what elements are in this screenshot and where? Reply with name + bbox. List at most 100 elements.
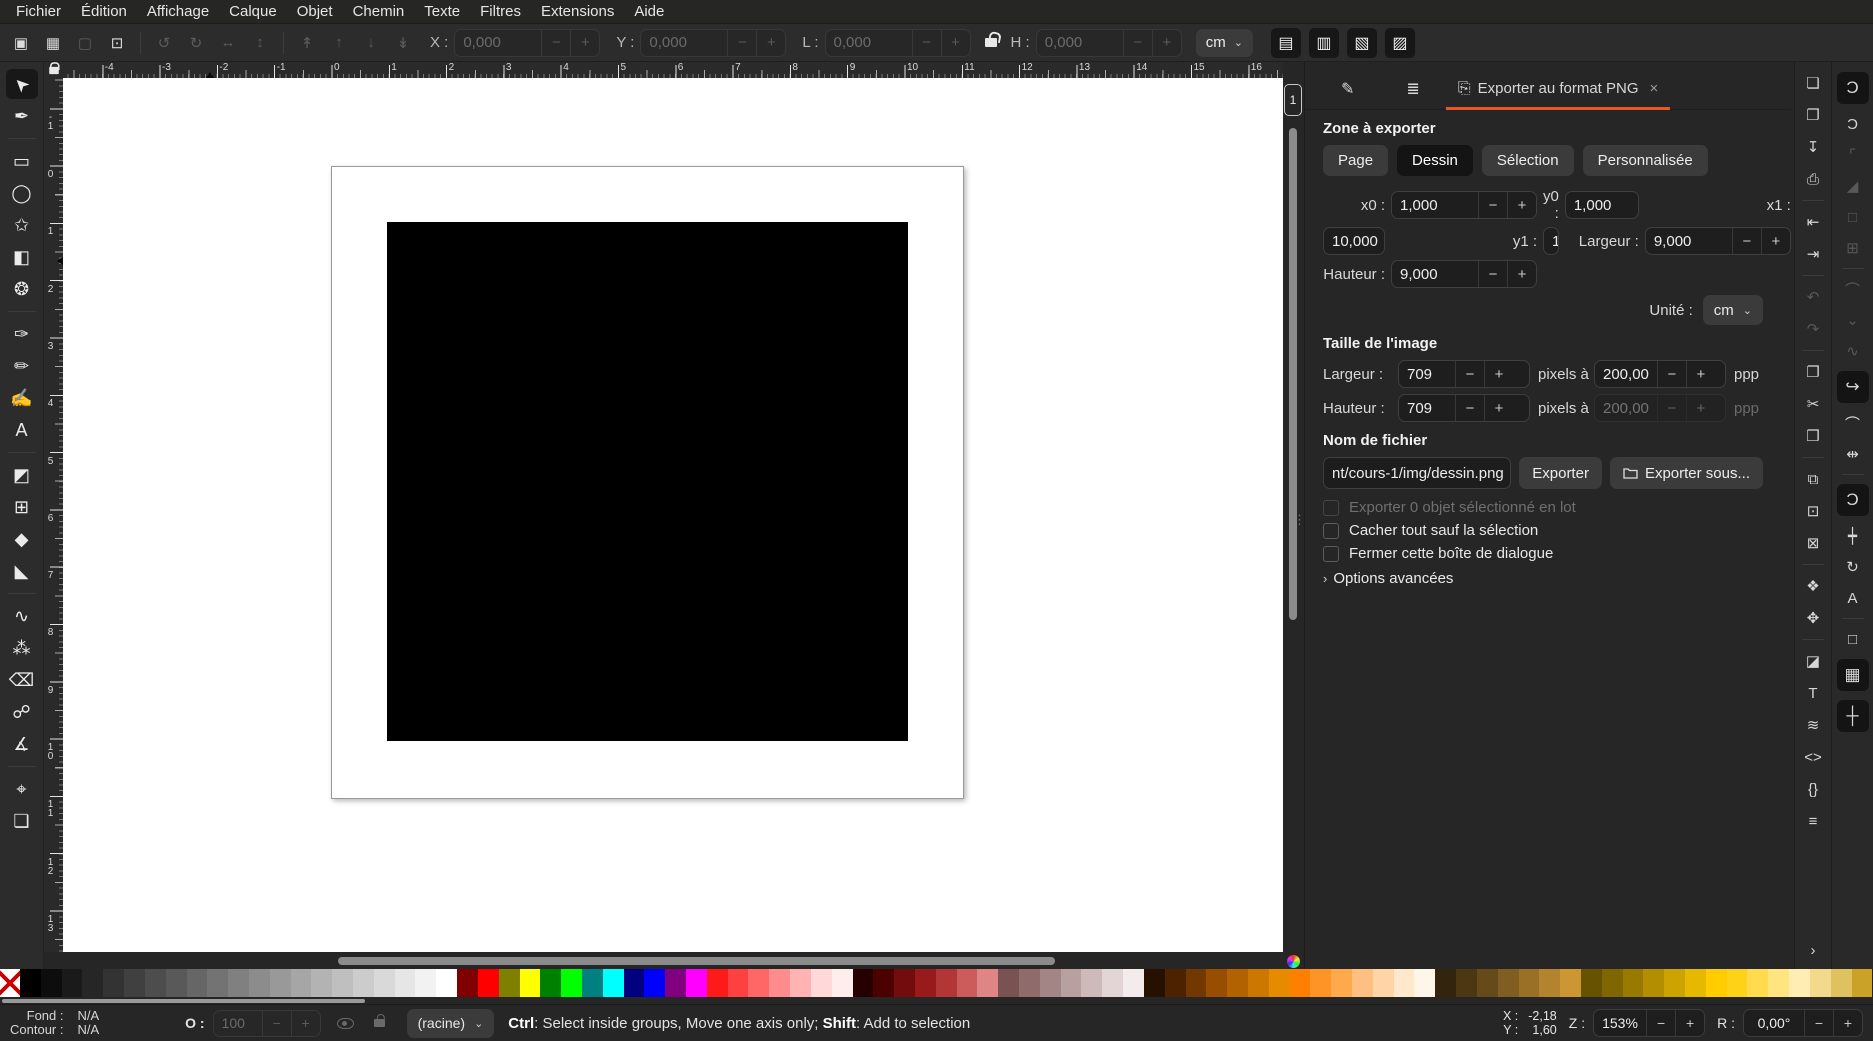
plus-button[interactable]: + — [1833, 1010, 1862, 1036]
color-swatch[interactable] — [62, 969, 83, 997]
print-icon[interactable]: ⎙ — [1801, 168, 1825, 190]
box3d-tool[interactable]: ◧ — [6, 242, 38, 272]
rotation-spinbox[interactable]: 0,00° − + — [1743, 1009, 1863, 1037]
calligraphy-tool[interactable]: ✍ — [6, 383, 38, 413]
ruler-corner[interactable] — [44, 62, 63, 78]
snap-path-icon[interactable]: ∿ — [1841, 340, 1865, 362]
minus-button[interactable]: − — [1478, 261, 1507, 287]
text-tool[interactable]: A — [6, 415, 38, 445]
snap-bbox-center-icon[interactable]: ⊞ — [1841, 237, 1865, 259]
menu-item[interactable]: Édition — [71, 2, 137, 21]
minus-button[interactable]: − — [262, 1011, 291, 1036]
horizontal-ruler[interactable]: -4-3-2-1012345678910111213141516 — [63, 62, 1283, 78]
color-swatch[interactable] — [415, 969, 436, 997]
spin-value[interactable]: 709 — [1399, 395, 1455, 421]
spin-value[interactable]: 100 — [214, 1011, 262, 1036]
spin-value[interactable]: 0,000 — [641, 30, 727, 56]
dropper-tool[interactable]: ◆ — [6, 524, 38, 554]
color-swatch[interactable] — [915, 969, 936, 997]
spin-value[interactable]: 1,000 — [1392, 192, 1478, 218]
area-spinbox[interactable]: 1,000 − + — [1391, 191, 1537, 219]
coordinate-spinbox[interactable]: 0,000 − + — [1036, 29, 1182, 57]
area-spinbox[interactable]: 1,000 − + — [1565, 191, 1639, 219]
close-icon[interactable]: × — [1650, 80, 1659, 97]
color-swatch[interactable] — [644, 969, 665, 997]
color-swatch[interactable] — [748, 969, 769, 997]
color-swatch[interactable] — [145, 969, 166, 997]
rectangle-tool[interactable]: ▭ — [6, 146, 38, 176]
objects-dialog-icon[interactable]: ≡ — [1801, 810, 1825, 832]
color-swatch[interactable] — [1810, 969, 1831, 997]
selection-dialog-icon[interactable]: ⊡ — [104, 30, 130, 56]
spin-value[interactable]: 0,000 — [455, 30, 541, 56]
flip-vertical-icon[interactable]: ↕ — [247, 30, 273, 56]
select-all-icon[interactable]: ▣ — [8, 30, 34, 56]
color-swatch[interactable] — [769, 969, 790, 997]
color-swatch[interactable] — [1581, 969, 1602, 997]
raise-to-top-icon[interactable]: ↟ — [294, 30, 320, 56]
color-swatch[interactable] — [1165, 969, 1186, 997]
spin-value[interactable]: 200,00 — [1595, 361, 1657, 387]
panel-resize-handle[interactable]: ⋮ — [1293, 512, 1305, 528]
raise-icon[interactable]: ↑ — [326, 30, 352, 56]
tab-fill-stroke[interactable]: ✎ — [1315, 68, 1380, 109]
color-swatch[interactable] — [561, 969, 582, 997]
color-swatch[interactable] — [20, 969, 41, 997]
snap-path-intersection-icon[interactable]: ↪ — [1837, 371, 1869, 403]
color-swatch[interactable] — [665, 969, 686, 997]
plus-button[interactable]: + — [1507, 192, 1536, 218]
save-document-icon[interactable]: ↧ — [1801, 136, 1825, 158]
color-swatch[interactable] — [332, 969, 353, 997]
ellipse-tool[interactable]: ◯ — [6, 178, 38, 208]
tab-objects[interactable]: ≣ — [1380, 68, 1445, 109]
node-tool[interactable]: ✒ — [6, 101, 38, 131]
snap-magnet-icon[interactable]: Ɔ — [1841, 113, 1865, 135]
pencil-tool[interactable]: ✏ — [6, 351, 38, 381]
color-swatch[interactable] — [873, 969, 894, 997]
menu-item[interactable]: Extensions — [531, 2, 624, 21]
area-spinbox[interactable]: 9,000 − + — [1645, 227, 1791, 255]
color-swatch[interactable] — [228, 969, 249, 997]
size-spinbox[interactable]: 709 − + — [1398, 360, 1530, 388]
color-swatch[interactable] — [998, 969, 1019, 997]
color-swatch[interactable] — [291, 969, 312, 997]
color-swatch[interactable] — [811, 969, 832, 997]
snap-arc-icon[interactable]: ⌒ — [1841, 278, 1865, 300]
snap-global-icon[interactable]: Ɔ — [1837, 72, 1869, 104]
plus-button[interactable]: + — [291, 1011, 320, 1036]
color-swatch[interactable] — [270, 969, 291, 997]
selector-tool[interactable]: ➤ — [6, 69, 38, 99]
zoom-tool[interactable]: ⌖ — [6, 774, 38, 804]
minus-button[interactable]: − — [1123, 30, 1152, 56]
color-swatch[interactable] — [1519, 969, 1540, 997]
scale-gradient-toggle[interactable]: ▧ — [1347, 28, 1377, 58]
color-swatch[interactable] — [707, 969, 728, 997]
coordinate-spinbox[interactable]: 0,000 − + — [454, 29, 600, 57]
lower-to-bottom-icon[interactable]: ↡ — [390, 30, 416, 56]
scale-corners-toggle[interactable]: ▥ — [1309, 28, 1339, 58]
snap-others-icon[interactable]: Ɔ — [1837, 484, 1869, 516]
color-swatch[interactable] — [1664, 969, 1685, 997]
color-swatch[interactable] — [1290, 969, 1311, 997]
color-swatch[interactable] — [1269, 969, 1290, 997]
color-swatch[interactable] — [1560, 969, 1581, 997]
tab-export-png[interactable]: ⎘ Exporter au format PNG × — [1446, 68, 1670, 109]
color-swatch[interactable] — [540, 969, 561, 997]
color-swatch[interactable] — [1768, 969, 1789, 997]
copy-icon[interactable]: ❐ — [1801, 361, 1825, 383]
coordinate-spinbox[interactable]: 0,000 − + — [825, 29, 971, 57]
fill-stroke-indicator[interactable]: Fond : N/A Contour : N/A — [10, 1009, 99, 1037]
color-swatch[interactable] — [1144, 969, 1165, 997]
snap-midpoint-icon[interactable]: ⇹ — [1841, 443, 1865, 465]
plus-button[interactable]: + — [1507, 261, 1536, 287]
rotate-ccw-icon[interactable]: ↺ — [151, 30, 177, 56]
coordinate-spinbox[interactable]: 0,000 − + — [640, 29, 786, 57]
checkbox[interactable] — [1323, 500, 1339, 516]
ungroup-icon[interactable]: ✥ — [1801, 607, 1825, 629]
paste-icon[interactable]: ❒ — [1801, 425, 1825, 447]
deselect-icon[interactable]: ▢ — [72, 30, 98, 56]
checkbox[interactable] — [1323, 523, 1339, 539]
color-swatch[interactable] — [1123, 969, 1144, 997]
dpi-spinbox[interactable]: 200,00 − + — [1594, 360, 1726, 388]
plus-button[interactable]: + — [1761, 228, 1790, 254]
